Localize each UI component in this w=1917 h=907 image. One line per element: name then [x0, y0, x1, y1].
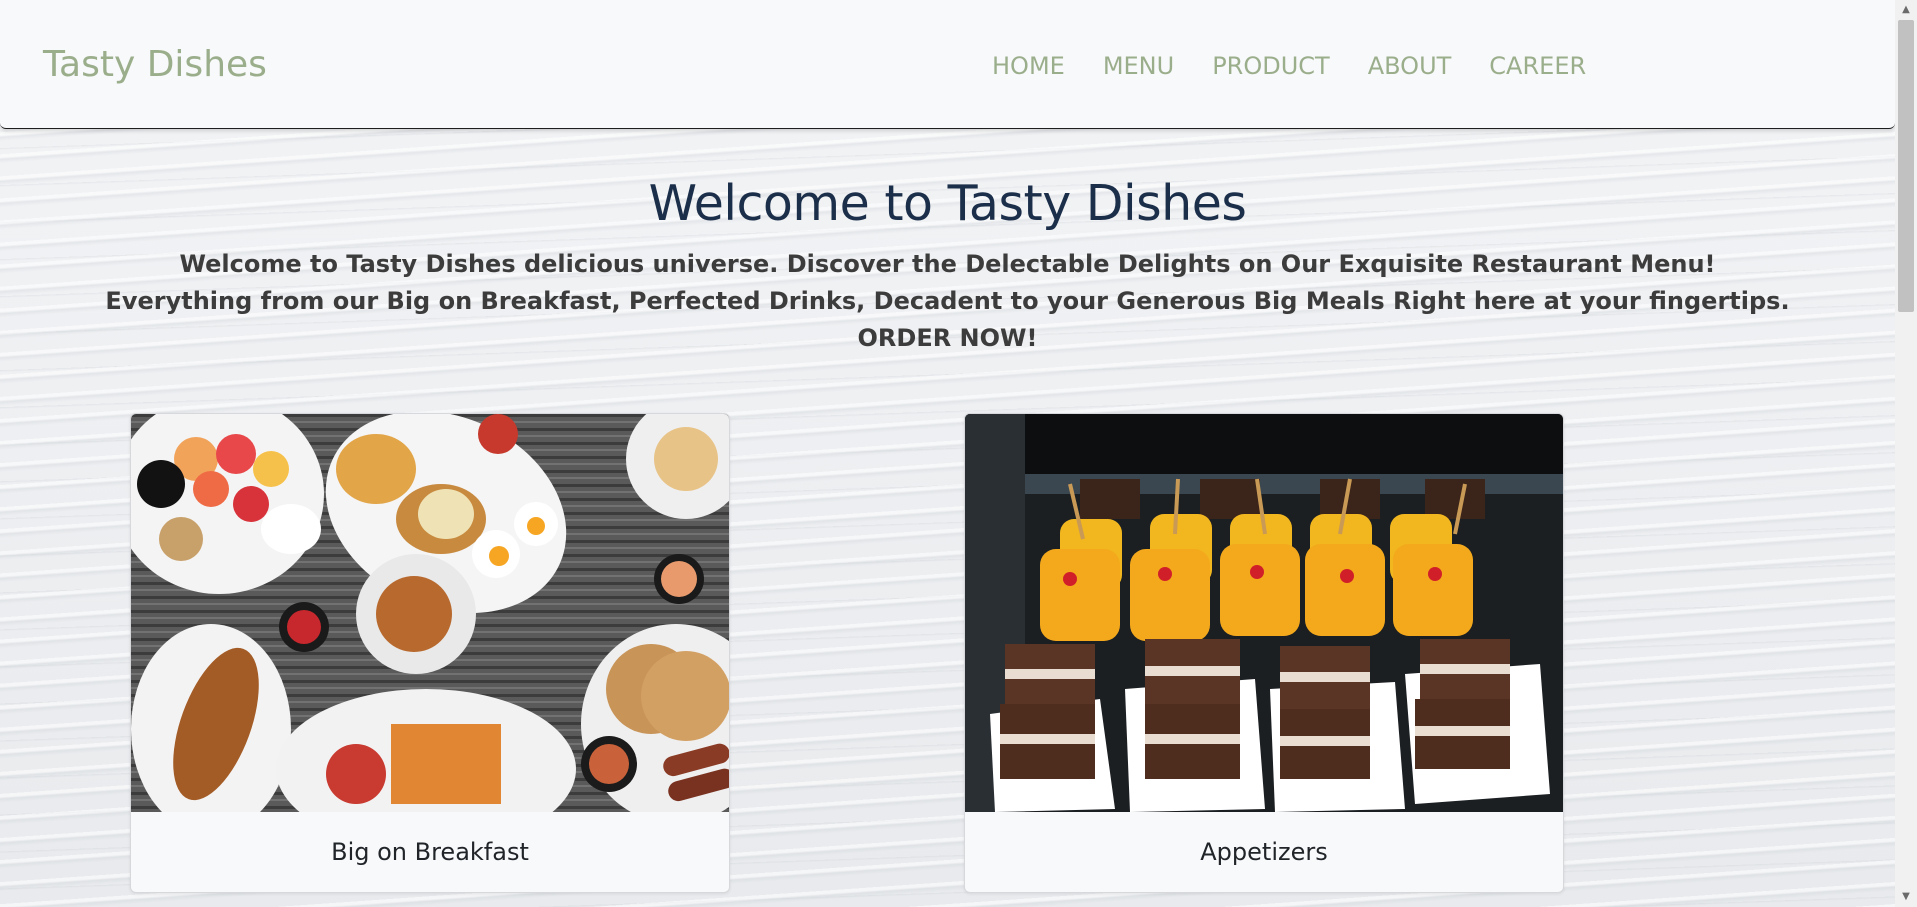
- nav-links: HOME MENU PRODUCT ABOUT CAREER: [992, 52, 1586, 80]
- nav-link-product[interactable]: PRODUCT: [1212, 52, 1330, 80]
- card-title: Appetizers: [1200, 838, 1328, 866]
- scroll-down-arrow-icon[interactable]: ▼: [1895, 887, 1917, 907]
- page-title: Welcome to Tasty Dishes: [648, 175, 1247, 232]
- nav-link-career[interactable]: CAREER: [1489, 52, 1586, 80]
- hero-order-now: ORDER NOW!: [857, 324, 1038, 352]
- card-title: Big on Breakfast: [331, 838, 529, 866]
- navbar: Tasty Dishes HOME MENU PRODUCT ABOUT CAR…: [0, 0, 1895, 129]
- page-scrollbar[interactable]: ▲ ▼: [1895, 0, 1917, 907]
- hero-description: Welcome to Tasty Dishes delicious univer…: [0, 246, 1895, 357]
- nav-link-about[interactable]: ABOUT: [1368, 52, 1452, 80]
- scroll-thumb[interactable]: [1898, 20, 1914, 312]
- menu-card-breakfast[interactable]: Big on Breakfast: [130, 413, 730, 893]
- hero-section: Welcome to Tasty Dishes Welcome to Tasty…: [0, 170, 1895, 357]
- brand-logo-link[interactable]: Tasty Dishes: [43, 44, 267, 85]
- dessert-cups-and-cake-photo: [965, 414, 1563, 812]
- hero-line-2: Everything from our Big on Breakfast, Pe…: [105, 287, 1790, 315]
- menu-card-appetizers[interactable]: Appetizers: [964, 413, 1564, 893]
- breakfast-platter-photo: [131, 414, 729, 812]
- hero-line-1: Welcome to Tasty Dishes delicious univer…: [179, 250, 1716, 278]
- scroll-up-arrow-icon[interactable]: ▲: [1895, 0, 1917, 20]
- nav-link-home[interactable]: HOME: [992, 52, 1065, 80]
- nav-link-menu[interactable]: MENU: [1103, 52, 1174, 80]
